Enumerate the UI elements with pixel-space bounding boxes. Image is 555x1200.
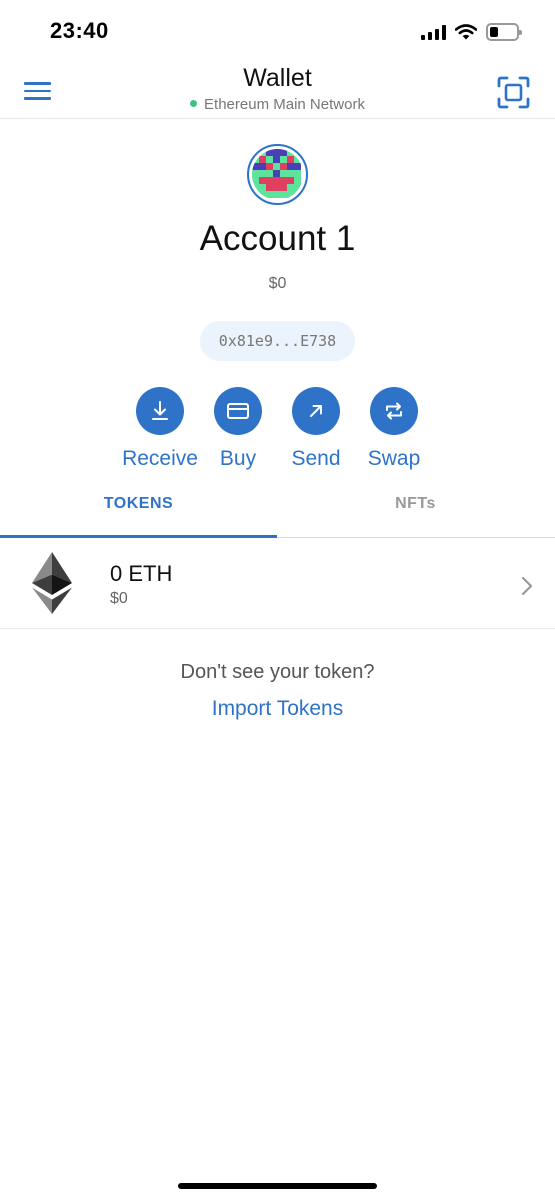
network-indicator[interactable]: Ethereum Main Network — [0, 96, 555, 113]
account-avatar[interactable] — [247, 144, 308, 205]
card-icon — [227, 403, 249, 419]
import-tokens-link[interactable]: Import Tokens — [0, 697, 555, 721]
tab-tokens[interactable]: TOKENS — [0, 484, 277, 538]
ethereum-icon — [32, 552, 72, 614]
tab-nfts[interactable]: NFTs — [277, 484, 554, 538]
send-button[interactable]: Send — [271, 387, 361, 471]
cellular-signal-icon — [421, 24, 446, 40]
token-fiat-value: $0 — [110, 590, 128, 607]
send-label: Send — [291, 447, 341, 470]
send-circle — [292, 387, 340, 435]
battery-icon — [486, 23, 522, 41]
avatar — [252, 149, 303, 200]
buy-circle — [214, 387, 262, 435]
wallet-header: Wallet Ethereum Main Network — [0, 62, 555, 119]
home-indicator[interactable] — [178, 1183, 377, 1189]
network-name: Ethereum Main Network — [204, 96, 365, 113]
page-title: Wallet — [243, 64, 312, 92]
token-amount: 0 ETH — [110, 561, 173, 586]
account-address-button[interactable]: 0x81e9...E738 — [200, 321, 355, 361]
status-time: 23:40 — [50, 18, 109, 43]
arrow-up-right-icon — [310, 405, 322, 417]
wifi-icon — [455, 24, 477, 40]
receive-circle — [136, 387, 184, 435]
import-prompt: Don't see your token? — [180, 661, 375, 683]
swap-button[interactable]: Swap — [349, 387, 439, 471]
account-balance: $0 — [268, 275, 287, 292]
chevron-right-icon — [521, 576, 533, 596]
swap-circle — [370, 387, 418, 435]
asset-tabs: TOKENS NFTs — [0, 484, 555, 538]
battery-level — [490, 27, 498, 37]
swap-icon — [386, 402, 402, 420]
receive-button[interactable]: Receive — [115, 387, 205, 471]
account-name[interactable]: Account 1 — [0, 219, 555, 259]
network-status-dot — [190, 99, 198, 107]
status-bar: 23:40 — [0, 0, 555, 62]
receive-label: Receive — [122, 447, 198, 470]
swap-label: Swap — [367, 447, 421, 470]
token-row-eth[interactable]: 0 ETH $0 — [0, 538, 555, 629]
avatar-identicon-icon — [252, 149, 301, 198]
status-icons — [421, 21, 522, 43]
buy-button[interactable]: Buy — [193, 387, 283, 471]
buy-label: Buy — [219, 447, 257, 470]
scan-qr-icon[interactable] — [497, 76, 530, 109]
download-icon — [152, 401, 168, 420]
